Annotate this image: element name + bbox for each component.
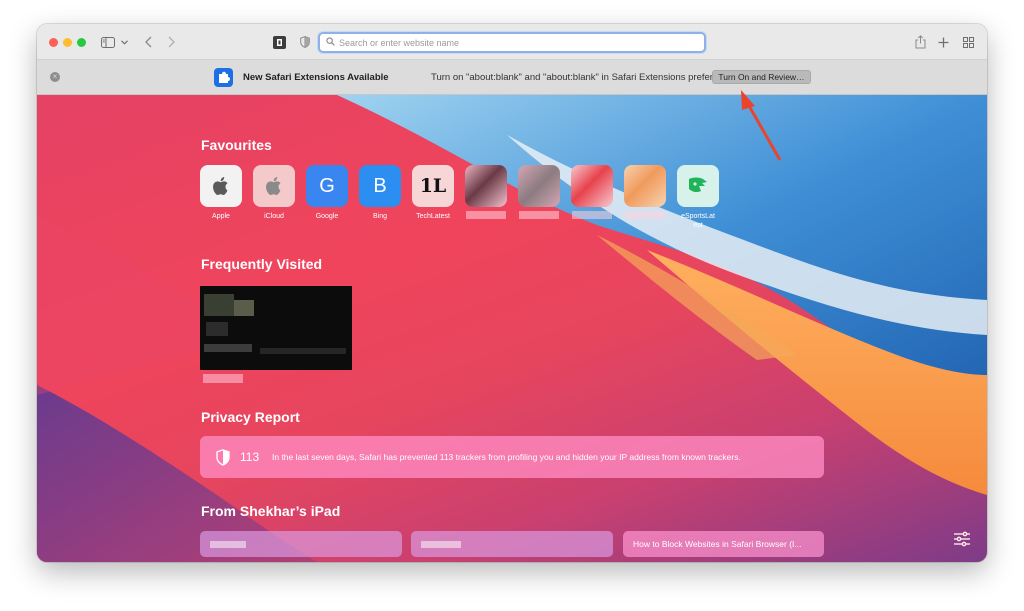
annotation-arrow	[741, 90, 782, 161]
